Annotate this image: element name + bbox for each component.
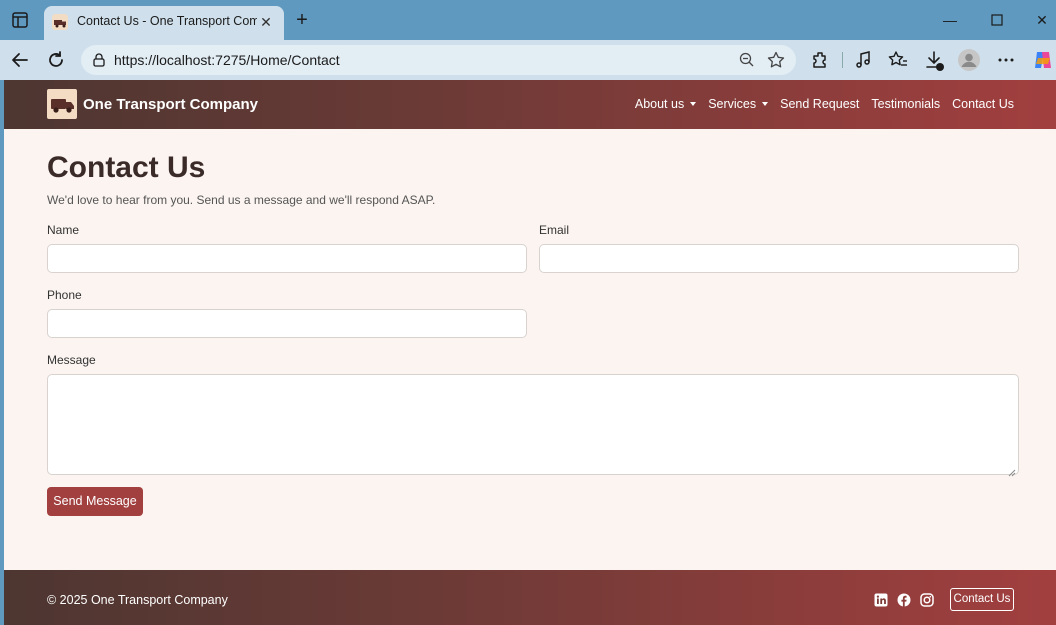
phone-input[interactable] — [47, 309, 527, 338]
instagram-icon[interactable] — [920, 593, 934, 607]
browser-tabbar: Contact Us - One Transport Company ✕ + —… — [0, 0, 1056, 40]
maximize-icon[interactable] — [985, 8, 1009, 32]
close-window-icon[interactable]: ✕ — [1030, 8, 1054, 32]
refresh-icon[interactable] — [44, 48, 68, 72]
more-menu-icon[interactable] — [994, 48, 1018, 72]
url-text[interactable]: https://localhost:7275/Home/Contact — [114, 52, 340, 68]
tab-title: Contact Us - One Transport Company — [77, 14, 257, 28]
lock-icon[interactable] — [91, 52, 107, 68]
email-input[interactable] — [539, 244, 1019, 273]
truck-favicon-icon — [52, 14, 68, 30]
extensions-icon[interactable] — [809, 48, 833, 72]
nav-item-testimonials[interactable]: Testimonials — [871, 97, 940, 111]
truck-logo-icon[interactable] — [47, 89, 77, 119]
email-label: Email — [539, 223, 570, 237]
lead-text: We'd love to hear from you. Send us a me… — [47, 193, 436, 207]
caret-down-icon — [690, 102, 697, 106]
address-bar[interactable]: https://localhost:7275/Home/Contact — [81, 45, 796, 75]
nav-item-send-request[interactable]: Send Request — [780, 97, 859, 111]
nav-item-label: Testimonials — [871, 97, 941, 111]
tab-actions-icon[interactable] — [10, 10, 30, 30]
send-message-button[interactable]: Send Message — [47, 487, 143, 516]
nav-item-label: Services — [708, 97, 757, 111]
downloads-icon[interactable] — [922, 48, 946, 72]
media-icon[interactable] — [851, 48, 875, 72]
resize-handle-icon[interactable] — [1008, 464, 1016, 477]
web-page: One Transport Company About us Services … — [4, 80, 1056, 625]
brand-name[interactable]: One Transport Company — [83, 96, 258, 113]
copyright-text: © 2025 One Transport Company — [47, 593, 228, 607]
caret-down-icon — [762, 102, 769, 106]
nav-item-services[interactable]: Services — [708, 97, 769, 111]
back-icon[interactable] — [8, 48, 32, 72]
toolbar-divider — [842, 52, 843, 68]
message-textarea[interactable] — [47, 374, 1019, 477]
phone-label: Phone — [47, 288, 82, 302]
name-input[interactable] — [47, 244, 527, 273]
main-nav: About us Services Send Request Testimoni… — [623, 97, 1014, 111]
nav-item-label: About us — [634, 97, 685, 111]
name-label: Name — [47, 223, 80, 237]
copilot-icon[interactable] — [1031, 48, 1055, 72]
site-footer: © 2025 One Transport Company Contact Us — [4, 570, 1056, 625]
footer-contact-button[interactable]: Contact Us — [950, 588, 1014, 611]
favorites-icon[interactable] — [886, 48, 910, 72]
minimize-icon[interactable]: — — [938, 8, 962, 32]
site-navbar: One Transport Company About us Services … — [4, 80, 1056, 129]
zoom-out-icon[interactable] — [738, 51, 756, 69]
browser-toolbar: https://localhost:7275/Home/Contact — [0, 40, 1056, 80]
profile-avatar-icon[interactable] — [957, 48, 981, 72]
nav-item-about-us[interactable]: About us — [634, 97, 697, 111]
favorite-star-icon[interactable] — [766, 50, 786, 70]
nav-item-label: Contact Us — [952, 97, 1014, 111]
nav-item-contact-us[interactable]: Contact Us — [952, 97, 1014, 111]
nav-item-label: Send Request — [780, 97, 860, 111]
facebook-icon[interactable] — [897, 593, 911, 607]
browser-tab-active[interactable]: Contact Us - One Transport Company ✕ — [44, 6, 284, 40]
close-tab-icon[interactable]: ✕ — [256, 12, 276, 32]
message-label: Message — [47, 353, 96, 367]
linkedin-icon[interactable] — [874, 593, 888, 607]
new-tab-icon[interactable]: + — [292, 10, 312, 30]
page-title: Contact Us — [47, 151, 206, 184]
